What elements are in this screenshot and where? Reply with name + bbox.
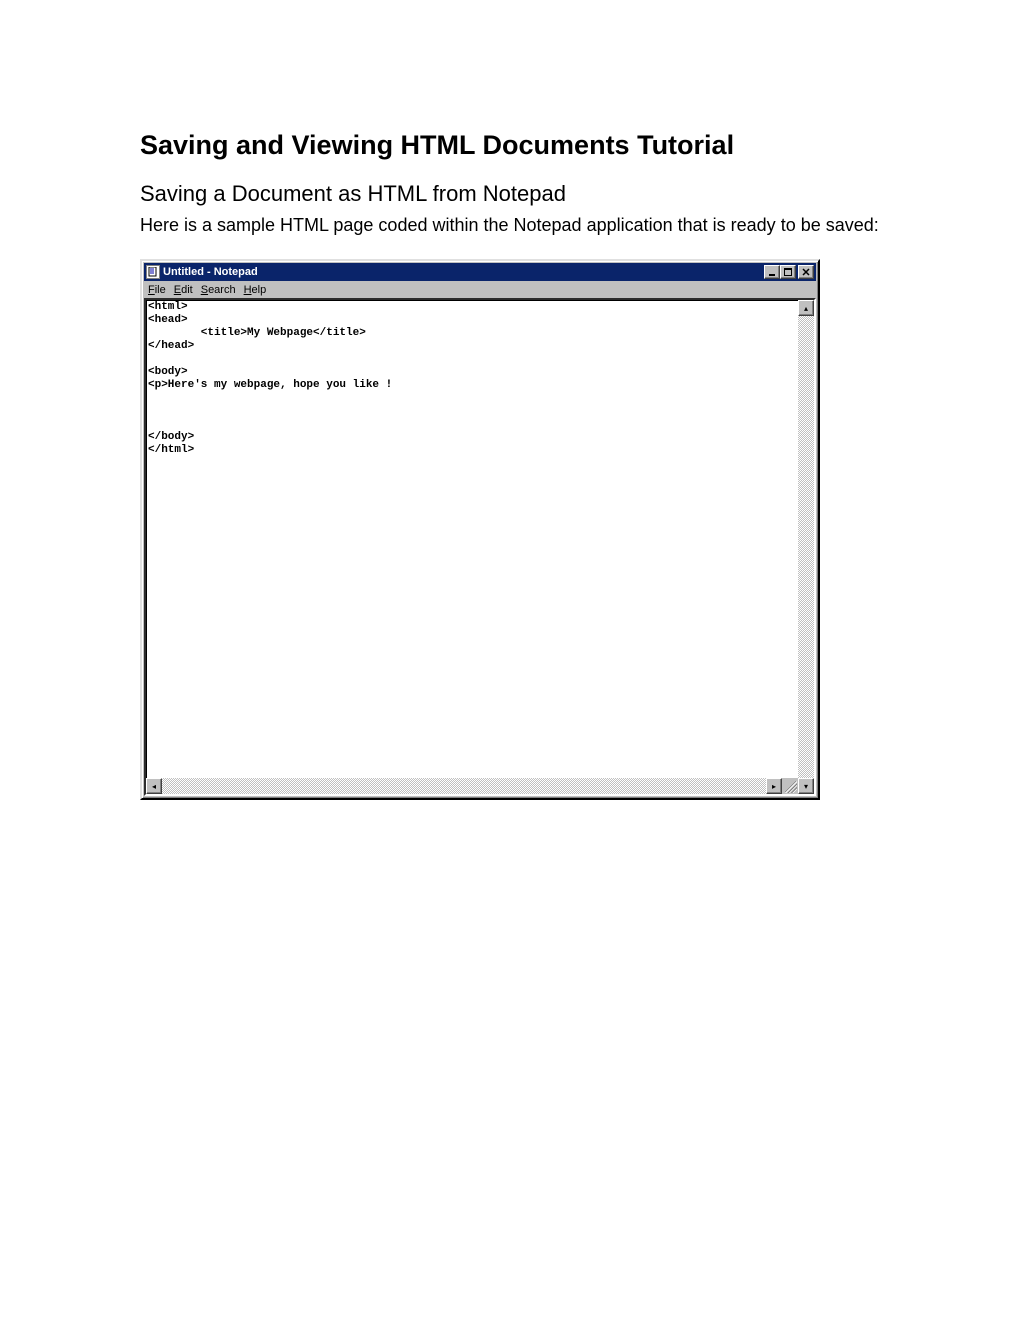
- vscroll-track[interactable]: [798, 316, 814, 778]
- menu-edit[interactable]: Edit: [174, 284, 193, 296]
- triangle-right-icon: ▸: [772, 782, 776, 791]
- scroll-down-button[interactable]: ▾: [798, 778, 814, 794]
- intro-paragraph: Here is a sample HTML page coded within …: [140, 213, 885, 237]
- triangle-up-icon: ▴: [804, 304, 808, 313]
- vertical-scrollbar[interactable]: ▴ ▾: [798, 300, 814, 794]
- hscroll-track[interactable]: [162, 778, 766, 794]
- menubar: File Edit Search Help: [144, 283, 816, 298]
- menu-edit-label: dit: [181, 284, 193, 296]
- client-area: <html> <head> <title>My Webpage</title> …: [144, 298, 816, 796]
- horizontal-scrollbar[interactable]: ◂ ▸: [146, 778, 798, 794]
- section-heading: Saving a Document as HTML from Notepad: [140, 181, 885, 207]
- menu-file[interactable]: File: [148, 284, 166, 296]
- titlebar[interactable]: Untitled - Notepad: [144, 263, 816, 281]
- close-button[interactable]: [798, 265, 814, 279]
- maximize-button[interactable]: [780, 265, 796, 279]
- scroll-up-button[interactable]: ▴: [798, 300, 814, 316]
- notepad-app-icon: [146, 265, 160, 279]
- maximize-icon: [784, 268, 792, 276]
- triangle-left-icon: ◂: [152, 782, 156, 791]
- notepad-window: Untitled - Notepad File Edit Search Help: [140, 259, 820, 800]
- triangle-down-icon: ▾: [804, 782, 808, 791]
- scroll-left-button[interactable]: ◂: [146, 778, 162, 794]
- menu-file-label: ile: [155, 284, 166, 296]
- menu-search[interactable]: Search: [201, 284, 236, 296]
- window-controls: [764, 265, 814, 279]
- menu-help[interactable]: Help: [244, 284, 267, 296]
- menu-help-label: elp: [252, 284, 267, 296]
- minimize-button[interactable]: [764, 265, 780, 279]
- minimize-icon: [768, 268, 776, 276]
- resize-grip[interactable]: [782, 778, 798, 794]
- close-icon: [802, 268, 810, 276]
- document-page: Saving and Viewing HTML Documents Tutori…: [0, 0, 1020, 800]
- window-title: Untitled - Notepad: [163, 266, 764, 278]
- scroll-right-button[interactable]: ▸: [766, 778, 782, 794]
- page-title: Saving and Viewing HTML Documents Tutori…: [140, 130, 885, 161]
- menu-search-label: earch: [208, 284, 236, 296]
- text-editor[interactable]: <html> <head> <title>My Webpage</title> …: [146, 300, 798, 778]
